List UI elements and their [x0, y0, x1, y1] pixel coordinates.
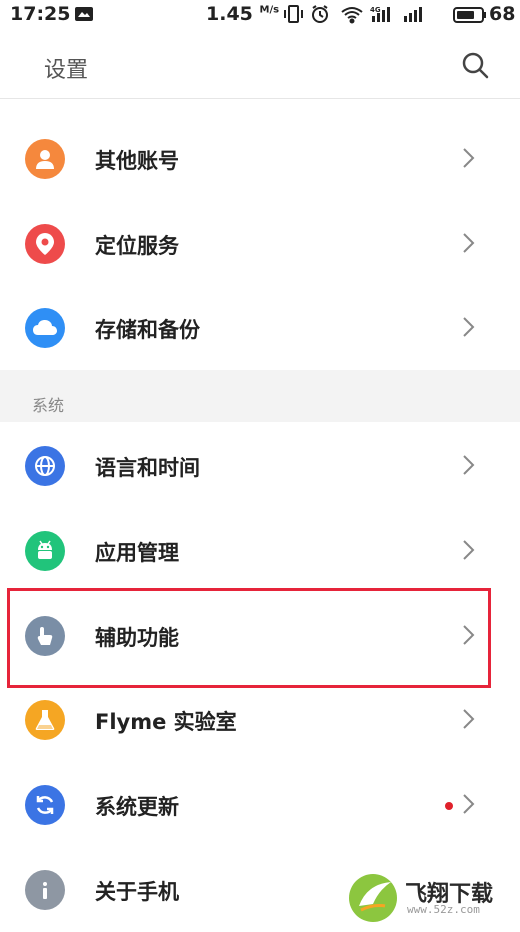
- message-icon: [74, 5, 94, 27]
- settings-item-label: 系统更新: [95, 795, 179, 819]
- chevron-right-icon: [462, 232, 476, 258]
- chevron-right-icon: [462, 539, 476, 565]
- settings-item-label: 其他账号: [95, 149, 179, 173]
- watermark-url: www.52z.com: [407, 903, 480, 916]
- globe-icon: [25, 446, 65, 486]
- settings-item-label: 语言和时间: [95, 456, 200, 480]
- settings-item-label: 定位服务: [95, 234, 179, 258]
- alarm-icon: [312, 5, 328, 23]
- app-header: 设置: [0, 30, 520, 99]
- android-icon: [25, 531, 65, 571]
- settings-item-label: 应用管理: [95, 541, 179, 565]
- wifi-icon: [341, 7, 363, 24]
- settings-item-other-accounts[interactable]: 其他账号: [0, 117, 520, 201]
- status-bar: 17:25 1.45 M/s 4G 68: [0, 0, 520, 30]
- status-time: 17:25: [10, 3, 71, 25]
- battery-level: 68: [489, 3, 516, 25]
- status-icons: 4G: [284, 4, 449, 29]
- watermark-logo-icon: [349, 874, 397, 922]
- battery-icon: [453, 6, 487, 28]
- highlight-box: [7, 588, 491, 688]
- settings-item-flyme-lab[interactable]: Flyme 实验室: [0, 678, 520, 762]
- settings-item-location[interactable]: 定位服务: [0, 202, 520, 286]
- location-pin-icon: [25, 224, 65, 264]
- chevron-right-icon: [462, 708, 476, 734]
- settings-item-label: 存储和备份: [95, 318, 200, 342]
- svg-text:4G: 4G: [370, 6, 381, 14]
- info-icon: [25, 870, 65, 910]
- cloud-icon: [25, 308, 65, 348]
- person-icon: [25, 139, 65, 179]
- chevron-right-icon: [462, 454, 476, 480]
- watermark: 飞翔下载 www.52z.com: [345, 870, 517, 928]
- settings-item-language-time[interactable]: 语言和时间: [0, 424, 520, 508]
- chevron-right-icon: [462, 793, 476, 819]
- vibrate-icon: [284, 5, 303, 23]
- settings-item-app-management[interactable]: 应用管理: [0, 509, 520, 593]
- signal-4g-icon: 4G: [370, 6, 390, 22]
- section-header-system: 系统: [0, 370, 520, 422]
- refresh-icon: [25, 785, 65, 825]
- update-badge: [445, 802, 453, 810]
- chevron-right-icon: [462, 147, 476, 173]
- signal-icon: [404, 7, 422, 22]
- section-title: 系统: [32, 396, 65, 415]
- page-title: 设置: [44, 58, 89, 83]
- settings-item-label: 关于手机: [95, 880, 179, 904]
- net-speed: 1.45 M/s: [206, 3, 280, 25]
- search-icon[interactable]: [460, 50, 490, 84]
- settings-item-label: Flyme 实验室: [95, 710, 237, 734]
- settings-item-storage-backup[interactable]: 存储和备份: [0, 286, 520, 370]
- flask-icon: [25, 700, 65, 740]
- chevron-right-icon: [462, 316, 476, 342]
- settings-item-system-update[interactable]: 系统更新: [0, 763, 520, 847]
